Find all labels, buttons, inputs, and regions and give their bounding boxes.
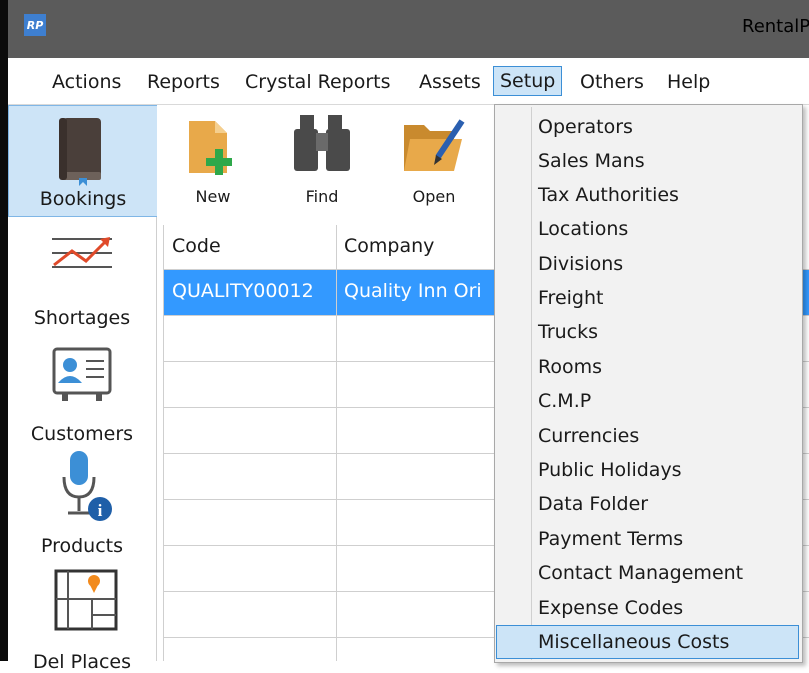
menu-item-label: Rooms — [538, 356, 603, 378]
window-title: RentalP — [742, 16, 809, 37]
menu-item-data-folder[interactable]: Data Folder — [497, 488, 798, 520]
sidebar-item-bookings[interactable]: Bookings — [8, 105, 158, 217]
menu-item-rooms[interactable]: Rooms — [497, 351, 798, 383]
menu-item-contact-management[interactable]: Contact Management — [497, 557, 798, 589]
menu-bar: Actions Reports Crystal Reports Assets S… — [8, 58, 809, 105]
sidebar-label-bookings: Bookings — [39, 188, 127, 210]
menu-item-label: Locations — [538, 218, 629, 240]
svg-text:i: i — [98, 501, 103, 520]
sidebar-label-products: Products — [40, 535, 124, 557]
menu-item-payment-terms[interactable]: Payment Terms — [497, 523, 798, 555]
menu-item-label: Sales Mans — [538, 150, 645, 172]
microphone-info-icon: i — [62, 451, 112, 521]
cell-code: QUALITY00012 — [172, 280, 314, 302]
app-icon[interactable]: RP — [24, 14, 46, 36]
menu-assets[interactable]: Assets — [417, 68, 483, 96]
menu-help[interactable]: Help — [665, 68, 712, 96]
sidebar-item-customers[interactable]: Customers — [8, 335, 156, 445]
menu-item-label: Currencies — [538, 425, 640, 447]
column-header-code[interactable]: Code — [172, 235, 221, 257]
open-folder-icon — [404, 119, 465, 171]
new-document-icon — [189, 121, 232, 175]
menu-item-freight[interactable]: Freight — [497, 282, 798, 314]
title-bar[interactable]: RP RentalP — [8, 0, 809, 58]
sidebar-nav: Bookings Shortages Customers i Products … — [8, 105, 158, 673]
book-icon — [59, 118, 101, 186]
menu-item-label: Contact Management — [538, 562, 744, 584]
sidebar-label-del-places: Del Places — [32, 651, 132, 673]
find-button-label: Find — [305, 187, 339, 206]
binoculars-icon — [294, 115, 350, 171]
menu-item-sales-mans[interactable]: Sales Mans — [497, 145, 798, 177]
menu-item-label: C.M.P — [538, 390, 592, 412]
menu-item-label: Payment Terms — [538, 528, 684, 550]
open-button-label: Open — [412, 187, 456, 206]
menu-item-public-holidays[interactable]: Public Holidays — [497, 454, 798, 486]
menu-item-label: Tax Authorities — [538, 184, 679, 206]
menu-item-label: Freight — [538, 287, 604, 309]
menu-item-label: Divisions — [538, 253, 624, 275]
menu-item-miscellaneous-costs[interactable]: Miscellaneous Costs — [496, 625, 799, 659]
menu-item-expense-codes[interactable]: Expense Codes — [497, 592, 798, 624]
menu-item-label: Operators — [538, 116, 633, 138]
menu-item-label: Trucks — [538, 321, 599, 343]
menu-item-divisions[interactable]: Divisions — [497, 248, 798, 280]
menu-item-operators[interactable]: Operators — [497, 111, 798, 143]
sidebar-item-products[interactable]: i Products — [8, 449, 156, 561]
menu-item-locations[interactable]: Locations — [497, 213, 798, 245]
sidebar-item-del-places[interactable]: Del Places — [8, 565, 156, 673]
open-button[interactable]: Open — [394, 105, 474, 217]
sidebar-label-shortages: Shortages — [33, 307, 131, 329]
menu-item-cmp[interactable]: C.M.P — [497, 385, 798, 417]
setup-dropdown-menu: Operators Sales Mans Tax Authorities Loc… — [494, 104, 803, 663]
toolbar: New Find Open — [157, 105, 497, 217]
chart-line-icon — [52, 237, 112, 268]
map-pin-icon — [54, 569, 118, 631]
menu-actions[interactable]: Actions — [50, 68, 123, 96]
window-frame — [0, 0, 8, 661]
find-button[interactable]: Find — [282, 105, 362, 217]
menu-item-currencies[interactable]: Currencies — [497, 420, 798, 452]
new-button-label: New — [195, 187, 231, 206]
cell-company: Quality Inn Ori — [344, 280, 482, 302]
sidebar-item-shortages[interactable]: Shortages — [8, 219, 156, 329]
menu-setup[interactable]: Setup — [493, 66, 563, 96]
menu-item-label: Public Holidays — [538, 459, 682, 481]
sidebar-label-customers: Customers — [30, 423, 134, 445]
menu-item-label: Expense Codes — [538, 597, 684, 619]
menu-item-tax-authorities[interactable]: Tax Authorities — [497, 179, 798, 211]
contact-card-icon — [52, 347, 112, 401]
menu-item-label: Data Folder — [538, 493, 649, 515]
column-header-company[interactable]: Company — [344, 235, 434, 257]
column-divider[interactable] — [336, 225, 337, 661]
menu-reports[interactable]: Reports — [145, 68, 222, 96]
menu-crystal-reports[interactable]: Crystal Reports — [243, 68, 393, 96]
menu-item-label: Miscellaneous Costs — [538, 631, 730, 653]
new-button[interactable]: New — [173, 105, 253, 217]
menu-others[interactable]: Others — [578, 68, 646, 96]
menu-item-trucks[interactable]: Trucks — [497, 316, 798, 348]
